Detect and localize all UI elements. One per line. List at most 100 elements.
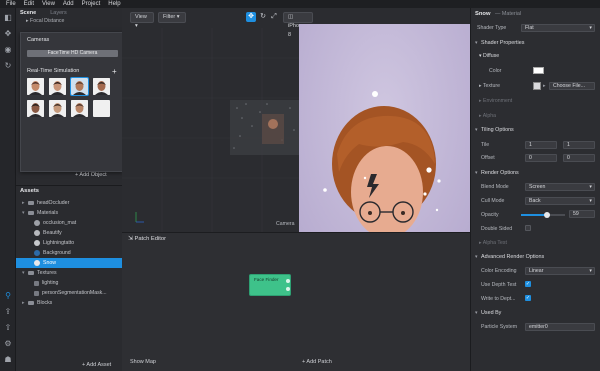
camera-icon[interactable]: ◉ bbox=[3, 44, 13, 54]
menu-file[interactable]: File bbox=[6, 1, 16, 7]
asset-label: headOccluder bbox=[37, 200, 70, 206]
refresh-icon[interactable]: ↻ bbox=[3, 60, 13, 70]
asset-row[interactable]: personSegmentationMask... bbox=[16, 288, 122, 298]
asset-row[interactable]: ▾ Textures bbox=[16, 268, 122, 278]
menu-project[interactable]: Project bbox=[82, 1, 101, 7]
alpha-row[interactable]: ▸ Alpha bbox=[479, 113, 496, 119]
move-icon[interactable]: ✥ bbox=[3, 28, 13, 38]
face-finder-node[interactable]: Face Finder bbox=[249, 274, 291, 296]
empty-face-slot[interactable] bbox=[93, 100, 110, 117]
asset-label: Blocks bbox=[37, 300, 53, 306]
shader-type-dropdown[interactable]: Flat ▾ bbox=[521, 24, 595, 32]
rotate-tool-icon[interactable]: ↻ bbox=[258, 12, 268, 22]
show-map-button[interactable]: Show Map bbox=[130, 359, 156, 365]
menu-view[interactable]: View bbox=[42, 1, 55, 7]
patch-editor[interactable]: ⇲ Patch Editor Face Finder Show Map + Ad… bbox=[122, 232, 470, 371]
face-preset-thumbnail[interactable] bbox=[71, 100, 88, 117]
folder-icon bbox=[28, 271, 34, 275]
asset-row[interactable]: Lightningtatto bbox=[16, 238, 122, 248]
depth-test-checkbox[interactable]: ✓ bbox=[525, 281, 531, 287]
depth-write-checkbox[interactable]: ✓ bbox=[525, 295, 531, 301]
node-port-2[interactable] bbox=[286, 287, 290, 291]
asset-row[interactable]: Background bbox=[16, 248, 122, 258]
add-patch-button[interactable]: + Add Patch bbox=[302, 359, 332, 365]
opacity-slider-knob[interactable] bbox=[543, 212, 550, 218]
section-used-by[interactable]: ▾ Used By bbox=[471, 308, 600, 318]
chevron-right-icon: ▸ bbox=[543, 83, 546, 89]
menu-edit[interactable]: Edit bbox=[24, 1, 34, 7]
bug-icon[interactable]: ☗ bbox=[3, 354, 13, 364]
view-label: View bbox=[135, 14, 147, 20]
add-asset-button[interactable]: + Add Asset bbox=[82, 362, 111, 368]
particle-system-field[interactable]: emitter0 bbox=[525, 323, 595, 331]
asset-row[interactable]: occlusion_mat bbox=[16, 218, 122, 228]
asset-row[interactable]: Beautify bbox=[16, 228, 122, 238]
scale-tool-icon[interactable]: ⤢ bbox=[269, 12, 279, 22]
cull-mode-dropdown[interactable]: Back ▾ bbox=[525, 197, 595, 205]
texture-icon bbox=[34, 290, 39, 296]
asset-row[interactable]: ▸ headOccluder bbox=[16, 198, 122, 208]
color-encoding-label: Color Encoding bbox=[481, 268, 517, 274]
share-icon[interactable]: ⇧ bbox=[3, 322, 13, 332]
filter-dropdown[interactable]: Filter ▾ bbox=[158, 12, 186, 23]
color-encoding-dropdown[interactable]: Linear ▾ bbox=[525, 267, 595, 275]
section-shader-properties[interactable]: ▾ Shader Properties bbox=[471, 38, 600, 48]
texture-row[interactable]: ▸ Texture bbox=[479, 83, 500, 89]
settings-icon[interactable]: ⚙ bbox=[3, 338, 13, 348]
add-object-button[interactable]: + Add Object bbox=[75, 172, 107, 178]
environment-row[interactable]: ▸ Environment bbox=[479, 98, 512, 104]
texture-thumb[interactable] bbox=[533, 82, 541, 90]
double-sided-checkbox[interactable] bbox=[525, 225, 531, 231]
environment-label: Environment bbox=[483, 98, 513, 104]
folder-icon bbox=[28, 301, 34, 305]
offset-x-field[interactable]: 0 bbox=[525, 154, 557, 162]
color-swatch[interactable] bbox=[533, 67, 544, 74]
face-preset-thumbnail[interactable] bbox=[49, 100, 66, 117]
device-dropdown[interactable]: ◫ iPhone 8 bbox=[283, 12, 313, 38]
face-preset-thumbnail[interactable] bbox=[27, 100, 44, 117]
particle-system-label: Particle System bbox=[481, 324, 518, 330]
asset-row[interactable]: Snow bbox=[16, 258, 122, 268]
face-preset-thumbnail[interactable] bbox=[70, 77, 89, 96]
menu-bar: File Edit View Add Project Help bbox=[0, 0, 600, 8]
view-dropdown[interactable]: View ▾ bbox=[130, 12, 154, 29]
asset-label: personSegmentationMask... bbox=[42, 290, 107, 296]
diffuse-text: Diffuse bbox=[483, 53, 500, 59]
camera-select-button[interactable]: FaceTime HD Camera bbox=[27, 50, 118, 57]
menu-add[interactable]: Add bbox=[63, 1, 74, 7]
section-advanced-render[interactable]: ▾ Advanced Render Options bbox=[471, 252, 600, 262]
face-preset-thumbnail[interactable] bbox=[49, 78, 66, 95]
material-icon bbox=[34, 240, 40, 246]
asset-row[interactable]: lighting bbox=[16, 278, 122, 288]
move-tool-icon[interactable]: ✥ bbox=[246, 12, 256, 22]
section-tiling[interactable]: ▾ Tiling Options bbox=[471, 125, 600, 135]
link-icon[interactable]: ⚲ bbox=[3, 290, 13, 300]
offset-y-field[interactable]: 0 bbox=[563, 154, 595, 162]
node-port-1[interactable] bbox=[286, 279, 290, 283]
assets-title: Assets bbox=[20, 188, 40, 194]
focal-distance-row[interactable]: ▸ Focal Distance bbox=[16, 18, 122, 24]
tab-scene[interactable]: Scene bbox=[20, 10, 36, 16]
face-preset-thumbnail[interactable] bbox=[27, 78, 44, 95]
shader-type-label: Shader Type bbox=[477, 25, 507, 31]
alpha-test-row[interactable]: ▸ Alpha Test bbox=[479, 240, 507, 246]
tile-x-field[interactable]: 1 bbox=[525, 141, 557, 149]
upload-icon[interactable]: ⇪ bbox=[3, 306, 13, 316]
tab-layers[interactable]: Layers bbox=[50, 10, 67, 16]
opacity-field[interactable]: 59 bbox=[569, 210, 595, 218]
add-simulation-button[interactable]: + bbox=[112, 67, 117, 76]
depth-test-label: Use Depth Test bbox=[481, 282, 517, 288]
menu-help[interactable]: Help bbox=[108, 1, 120, 7]
layers-icon[interactable]: ◧ bbox=[3, 12, 13, 22]
asset-row[interactable]: ▸ Blocks bbox=[16, 298, 122, 308]
opacity-slider[interactable] bbox=[521, 212, 565, 218]
choose-file-button[interactable]: Choose File... bbox=[549, 82, 595, 90]
blend-mode-dropdown[interactable]: Screen ▾ bbox=[525, 183, 595, 191]
texture-icon bbox=[34, 280, 39, 286]
section-render[interactable]: ▾ Render Options bbox=[471, 168, 600, 178]
asset-row[interactable]: ▾ Materials bbox=[16, 208, 122, 218]
face-preset-thumbnail[interactable] bbox=[93, 78, 110, 95]
tile-y-field[interactable]: 1 bbox=[563, 141, 595, 149]
diffuse-label[interactable]: ▾ Diffuse bbox=[479, 53, 499, 59]
face-finder-label: Face Finder bbox=[254, 277, 279, 282]
